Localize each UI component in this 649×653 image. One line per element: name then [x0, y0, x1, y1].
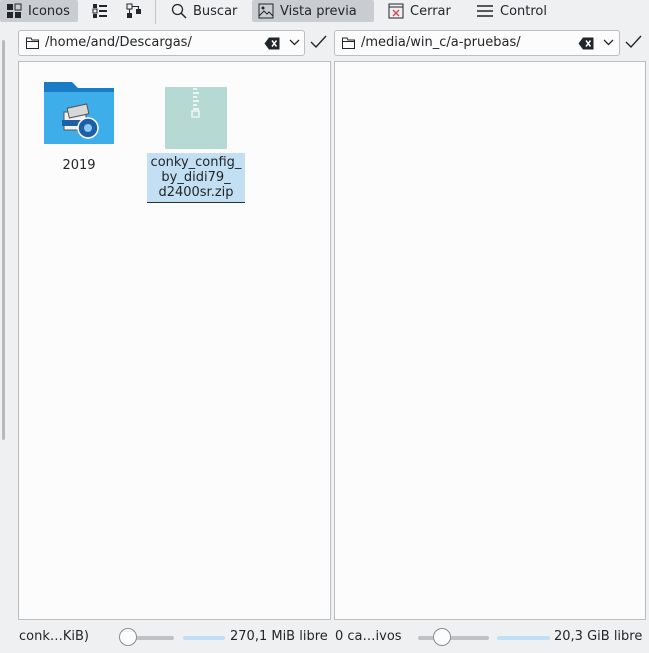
hamburger-menu-icon: [477, 5, 493, 17]
left-free-space-text: 270,1 MiB libre: [230, 629, 328, 644]
left-file-panel[interactable]: 2019 conky_config_ by_didi79_ d2400sr.zi…: [18, 61, 331, 620]
right-free-space-text: 20,3 GiB libre: [554, 629, 643, 644]
details-view-button[interactable]: [86, 0, 114, 22]
right-zoom-slider[interactable]: [418, 636, 489, 640]
control-label: Control: [500, 3, 547, 19]
file-item-label: conky_config_ by_didi79_ d2400sr.zip: [147, 153, 245, 203]
right-path-input[interactable]: /media/win_c/a-pruebas/: [361, 35, 521, 50]
right-file-panel[interactable]: [334, 61, 646, 620]
search-label: Buscar: [193, 3, 238, 19]
left-location-bar[interactable]: /home/and/Descargas/: [18, 30, 305, 56]
folder-icon: [26, 37, 39, 49]
right-zoom-handle[interactable]: [433, 628, 451, 646]
checkmark-icon[interactable]: [310, 35, 327, 49]
clear-text-icon[interactable]: [578, 37, 594, 50]
close-document-icon: [388, 3, 404, 19]
file-item-label: 2019: [62, 158, 96, 173]
left-path-input[interactable]: /home/and/Descargas/: [45, 35, 192, 50]
toolbar: Iconos Buscar Vista previa Cerrar Contro…: [0, 0, 649, 24]
chevron-down-icon[interactable]: [603, 39, 614, 46]
tree-view-icon: [126, 3, 141, 18]
image-preview-icon: [258, 3, 274, 19]
right-status-text: 0 ca…ivos: [335, 629, 402, 644]
preview-button[interactable]: Vista previa: [252, 0, 374, 22]
tree-view-button[interactable]: [120, 0, 148, 22]
folder-downloads-icon: [44, 82, 114, 144]
icons-view-button[interactable]: Iconos: [0, 0, 78, 22]
folder-icon: [342, 37, 355, 49]
details-view-icon: [92, 4, 107, 18]
window-scroll-indicator[interactable]: [2, 40, 5, 440]
chevron-down-icon[interactable]: [289, 39, 300, 46]
icons-view-label: Iconos: [28, 3, 70, 19]
file-item-zip[interactable]: conky_config_ by_didi79_ d2400sr.zip: [147, 87, 245, 203]
right-location-bar[interactable]: /media/win_c/a-pruebas/: [334, 30, 620, 56]
left-free-space-bar: [183, 636, 225, 640]
left-status-text: conk…KiB): [19, 629, 89, 644]
control-menu-button[interactable]: Control: [470, 0, 558, 22]
close-label: Cerrar: [410, 3, 451, 19]
icons-view-icon: [7, 3, 22, 18]
right-free-space-bar: [497, 636, 550, 640]
checkmark-icon[interactable]: [625, 35, 642, 49]
preview-label: Vista previa: [280, 3, 357, 19]
search-icon: [171, 3, 187, 19]
left-zoom-handle[interactable]: [119, 628, 137, 646]
zip-archive-icon: [165, 87, 227, 149]
close-button[interactable]: Cerrar: [382, 0, 462, 22]
file-item-folder[interactable]: 2019: [37, 78, 121, 173]
toolbar-separator: [155, 0, 156, 24]
clear-text-icon[interactable]: [264, 37, 280, 50]
search-button[interactable]: Buscar: [165, 0, 247, 22]
